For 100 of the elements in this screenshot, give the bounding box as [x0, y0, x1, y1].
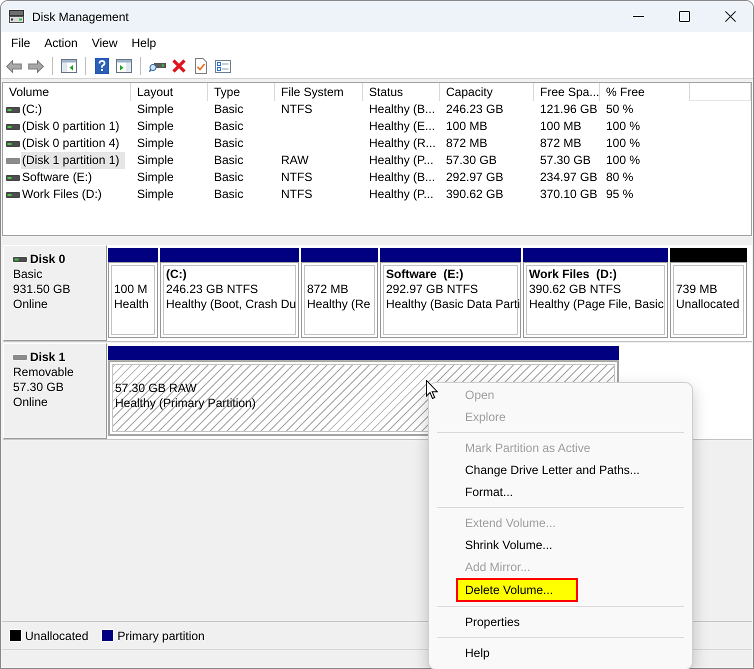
table-cell-text: 95 %: [605, 186, 634, 203]
partition-size: 872 MB: [307, 282, 348, 297]
table-cell-text: 292.97 GB: [445, 169, 504, 186]
partition-box[interactable]: 100 M Health: [108, 262, 158, 338]
partition-box[interactable]: 872 MB Healthy (Re: [301, 262, 378, 338]
menu-item[interactable]: File: [5, 33, 36, 53]
table-cell-text: NTFS: [280, 186, 314, 203]
table-cell-text: Healthy (P...: [368, 152, 434, 169]
table-cell-text: Basic: [213, 135, 244, 152]
context-menu-item[interactable]: Change Drive Letter and Paths...: [456, 459, 650, 481]
column-header[interactable]: Status: [363, 83, 440, 101]
partition-color-bar: [108, 248, 158, 262]
partition-box[interactable]: (C:) 246.23 GB NTFS Healthy (Boot, Crash Du: [160, 262, 299, 338]
drive-magnifier-icon: [148, 60, 166, 72]
window-pane-icon: [116, 59, 132, 73]
partition-status: Healthy (Boot, Crash Du: [166, 297, 296, 312]
table-cell-text: 100 %: [605, 135, 642, 152]
checked-document-icon: [195, 58, 207, 74]
partition-box[interactable]: 739 MB Unallocated: [670, 262, 747, 338]
partition-status: Healthy (Page File, Basic: [529, 297, 664, 312]
partition-size: 57.30 GB RAW: [115, 381, 197, 396]
column-header[interactable]: Type: [208, 83, 275, 101]
table-cell-text: Basic: [213, 152, 244, 169]
checklist-icon: [215, 60, 231, 72]
menu-item[interactable]: Help: [126, 33, 162, 53]
table-cell-text: Simple: [136, 135, 175, 152]
context-menu-item[interactable]: Properties: [456, 611, 530, 633]
table-cell-text: 121.96 GB: [539, 101, 598, 118]
column-header[interactable]: Volume: [3, 83, 131, 101]
table-cell-text: (C:): [21, 101, 43, 118]
table-cell-text: Healthy (B...: [368, 101, 436, 118]
table-cell-text: 100 %: [605, 152, 642, 169]
minimize-icon: [632, 16, 644, 17]
table-cell-text: NTFS: [280, 169, 314, 186]
legend-label: Primary partition: [117, 628, 205, 644]
right-arrow-icon: [28, 60, 44, 72]
table-cell: (Disk 1 partition 1): [21, 152, 126, 169]
table-cell-text: 57.30 GB: [445, 152, 498, 169]
column-header[interactable]: File System: [275, 83, 363, 101]
table-cell-text: Healthy (B...: [368, 169, 436, 186]
maximize-icon: [678, 11, 690, 22]
table-cell-text: RAW: [280, 152, 310, 169]
partition-status: Unallocated: [676, 297, 740, 312]
table-cell-text: Simple: [136, 152, 175, 169]
partition-size: 246.23 GB NTFS: [166, 282, 258, 297]
context-menu-item[interactable]: Help: [456, 642, 500, 664]
partition-box[interactable]: Software (E:) 292.97 GB NTFS Healthy (Basic Data Parti: [380, 262, 521, 338]
table-cell-text: Healthy (P...: [368, 186, 434, 203]
menu-item[interactable]: Action: [38, 33, 84, 53]
disk-status: Online: [13, 297, 49, 312]
disk-type: Removable: [13, 365, 75, 380]
partition-label: Software (E:): [386, 267, 464, 282]
table-cell-text: Software (E:): [21, 169, 94, 186]
table-cell-text: Healthy (E...: [368, 118, 436, 135]
window-pane-icon: [61, 59, 77, 73]
table-cell-text: 100 MB: [445, 118, 488, 135]
table-cell-text: 57.30 GB: [539, 152, 592, 169]
table-cell-text: 370.10 GB: [539, 186, 598, 203]
column-header[interactable]: Capacity: [440, 83, 534, 101]
table-cell-text: Simple: [136, 169, 175, 186]
context-menu-item[interactable]: Shrink Volume...: [456, 534, 562, 556]
help-icon: [95, 58, 109, 74]
partition-size: 739 MB: [676, 282, 718, 297]
window-title: Disk Management: [32, 8, 129, 26]
disk-size: 57.30 GB: [13, 380, 65, 395]
table-cell-text: Basic: [213, 101, 244, 118]
context-menu-item[interactable]: Delete Volume...: [456, 578, 578, 602]
disk-name: Disk 1: [30, 350, 66, 365]
table-cell-text: Work Files (D:): [21, 186, 103, 203]
table-cell-text: Simple: [136, 186, 175, 203]
table-cell-text: 234.97 GB: [539, 169, 598, 186]
x-mark-icon: [172, 59, 186, 73]
partition-status: Healthy (Primary Partition): [115, 396, 256, 411]
partition-box[interactable]: Work Files (D:) 390.62 GB NTFS Healthy (Page File, Basic: [523, 262, 668, 338]
table-cell-text: 100 MB: [539, 118, 582, 135]
table-cell-text: Basic: [213, 186, 244, 203]
partition-status: Healthy (Re: [307, 297, 370, 312]
table-cell-text: (Disk 0 partition 1): [21, 118, 120, 135]
partition-size: 100 M: [114, 282, 148, 297]
partition-label: Work Files (D:): [529, 267, 617, 282]
table-cell-text: Healthy (R...: [368, 135, 437, 152]
partition-size: 292.97 GB NTFS: [386, 282, 478, 297]
table-cell-text: Simple: [136, 118, 175, 135]
column-header[interactable]: % Free: [600, 83, 690, 101]
table-cell-text: NTFS: [280, 101, 314, 118]
disk-status: Online: [13, 395, 49, 410]
legend-label: Unallocated: [25, 628, 88, 644]
table-cell-text: 50 %: [605, 101, 634, 118]
table-cell-text: 80 %: [605, 169, 634, 186]
context-menu-item[interactable]: Format...: [456, 481, 524, 503]
disk-type: Basic: [13, 267, 44, 282]
menu-item[interactable]: View: [86, 33, 124, 53]
table-cell-text: Simple: [136, 101, 175, 118]
disk-drive-icon: [9, 10, 24, 23]
column-header[interactable]: Layout: [131, 83, 208, 101]
table-cell-text: (Disk 0 partition 4): [21, 135, 120, 152]
column-header[interactable]: Free Spa...: [534, 83, 600, 101]
table-cell-text: 246.23 GB: [445, 101, 504, 118]
table-cell-text: 390.62 GB: [445, 186, 504, 203]
table-cell-text: Basic: [213, 118, 244, 135]
